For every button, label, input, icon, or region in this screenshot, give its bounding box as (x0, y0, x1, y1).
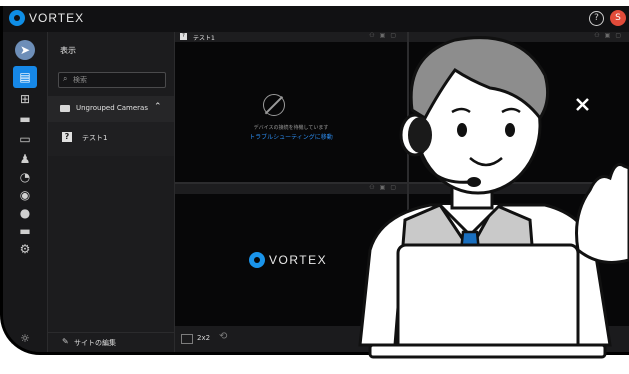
camera-label: テスト1 (82, 134, 108, 142)
layout-label[interactable]: 2x2 (197, 334, 210, 342)
history-icon[interactable]: ◔ (15, 168, 35, 186)
tile-controls-icon[interactable]: ⚇▣▢ (369, 184, 401, 191)
alerts-icon[interactable]: ▭ (15, 130, 35, 148)
folder-icon (60, 105, 70, 112)
app-window: VORTEX ? S ➤ ▤ ⊞ ▬ ▭ ♟ ◔ ◉ ● ▬ ⚙ ☼ 表示 ⌕ (0, 6, 629, 355)
layout-bar: 2x2 ⟲ (175, 326, 629, 352)
person-icon[interactable]: ◉ (15, 186, 35, 204)
chevron-up-icon[interactable]: ⌃ (154, 102, 162, 112)
video-tile-3[interactable]: ⚇▣▢ VORTEX (175, 184, 407, 326)
tile-header: ⚇▣▢ (175, 184, 407, 194)
user-icon[interactable]: ♟ (15, 150, 35, 168)
camera-icon[interactable]: ▬ (15, 110, 35, 128)
group-label: Ungrouped Cameras (76, 104, 148, 112)
camera-status-icon: ? (62, 132, 72, 142)
camera-panel: 表示 ⌕ Ungrouped Cameras ⌃ ? テスト1 ✎ サイトの編集 (48, 32, 175, 352)
help-icon[interactable]: ? (589, 11, 604, 26)
nav-rail: ➤ ▤ ⊞ ▬ ▭ ♟ ◔ ◉ ● ▬ ⚙ ☼ (3, 32, 48, 352)
search-box: ⌕ (58, 72, 166, 88)
edit-site-label: サイトの編集 (74, 339, 116, 347)
search-icon: ⌕ (63, 74, 68, 83)
edit-site-button[interactable]: ✎ サイトの編集 (48, 332, 174, 352)
video-tile-1[interactable]: ? テスト1 ⚇▣▢ デバイスの接続を待機しています トラブルシューティングに移… (175, 32, 407, 182)
tile-header: ? テスト1 ⚇▣▢ (175, 32, 407, 42)
archive-icon[interactable]: ▬ (15, 222, 35, 240)
pencil-icon: ✎ (62, 337, 69, 346)
rotate-icon[interactable]: ⟲ (219, 331, 227, 342)
bell-icon[interactable]: ● (15, 204, 35, 222)
vortex-logo-icon (249, 252, 265, 268)
tile-header: ⚇▣▢ (409, 32, 629, 42)
troubleshoot-link[interactable]: トラブルシューティングに移動 (175, 132, 407, 141)
brand-name: VORTEX (29, 11, 85, 25)
vortex-logo-icon (9, 10, 25, 26)
brightness-icon[interactable]: ☼ (3, 332, 47, 352)
grid-layout-icon[interactable]: ⊞ (15, 90, 35, 108)
offline-message: デバイスの接続を待機しています (253, 125, 329, 131)
tile-logo-text: VORTEX (269, 253, 328, 267)
org-avatar-icon[interactable]: ➤ (15, 40, 35, 60)
camera-status-icon: ? (180, 33, 187, 40)
tile-header (409, 184, 629, 194)
camera-group-row[interactable]: Ungrouped Cameras ⌃ (48, 96, 174, 122)
camera-list-item[interactable]: ? テスト1 (48, 122, 174, 156)
search-input[interactable] (73, 73, 161, 87)
top-bar: VORTEX ? S (3, 6, 629, 32)
video-tile-4[interactable] (409, 184, 629, 326)
grid-icon[interactable] (181, 334, 193, 344)
screenshot-frame: VORTEX ? S ➤ ▤ ⊞ ▬ ▭ ♟ ◔ ◉ ● ▬ ⚙ ☼ 表示 ⌕ (0, 0, 629, 374)
settings-gear-icon[interactable]: ⚙ (15, 240, 35, 258)
no-signal-icon (263, 94, 285, 116)
video-wall: ? テスト1 ⚇▣▢ デバイスの接続を待機しています トラブルシューティングに移… (175, 32, 629, 326)
tile-controls-icon[interactable]: ⚇▣▢ (594, 32, 626, 39)
tile-title: テスト1 (193, 35, 215, 42)
panel-title: 表示 (60, 46, 76, 55)
tile-controls-icon[interactable]: ⚇▣▢ (369, 32, 401, 39)
video-tile-2[interactable]: ⚇▣▢ (409, 32, 629, 182)
live-view-icon[interactable]: ▤ (13, 66, 37, 88)
user-avatar[interactable]: S (610, 10, 626, 26)
